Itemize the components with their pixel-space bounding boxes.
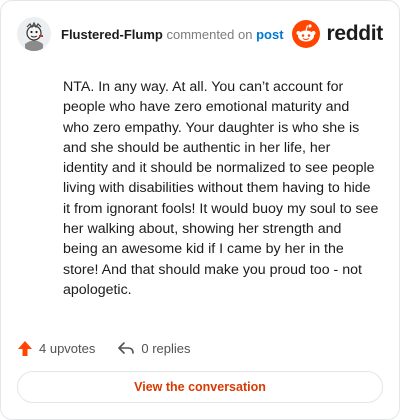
action-text: commented on <box>166 26 253 42</box>
reply-arrow-icon <box>118 342 135 354</box>
comment-body: NTA. In any way. At all. You can’t accou… <box>63 79 379 298</box>
author-name[interactable]: Flustered-Flump <box>61 27 163 42</box>
reddit-wordmark: reddit <box>326 22 383 45</box>
upvote-arrow-icon <box>18 340 32 356</box>
comment-card: Flustered-Flump commented on post reddit… <box>0 0 400 420</box>
post-link[interactable]: post <box>256 27 283 42</box>
comment-header: Flustered-Flump commented on post reddit <box>17 17 383 51</box>
reddit-brand[interactable]: reddit <box>292 20 383 48</box>
reply-button[interactable]: 0 replies <box>117 340 191 356</box>
upvote-button[interactable]: 4 upvotes <box>17 340 95 357</box>
comment-byline: Flustered-Flump commented on post <box>61 27 284 42</box>
reddit-logo-icon <box>292 20 321 48</box>
upvote-count: 4 upvotes <box>39 340 96 356</box>
reply-count: 0 replies <box>141 340 191 356</box>
avatar-icon <box>17 17 51 51</box>
view-conversation-button[interactable]: View the conversation <box>17 371 383 403</box>
avatar[interactable] <box>17 17 51 51</box>
comment-actions: 4 upvotes 0 replies <box>17 335 213 361</box>
